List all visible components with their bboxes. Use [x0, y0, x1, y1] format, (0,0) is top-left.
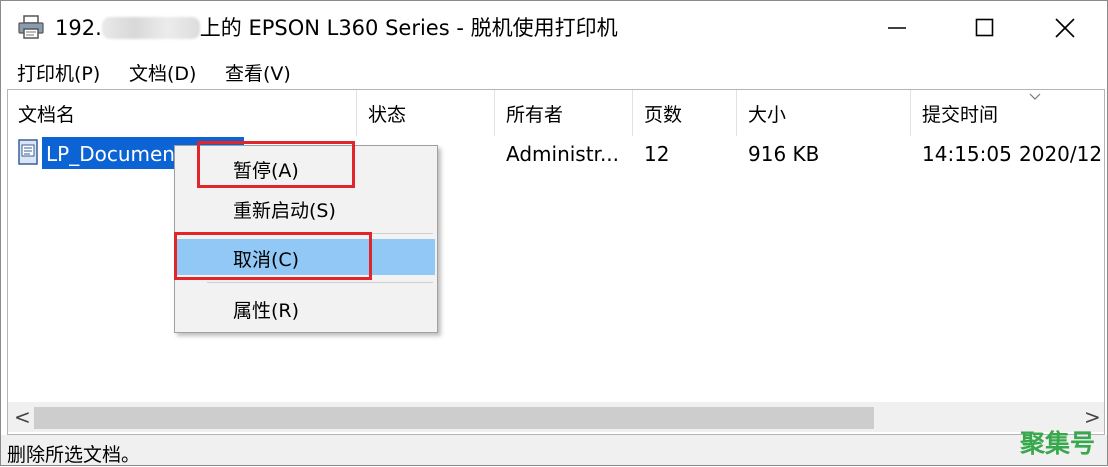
menu-item-label: 属性(R) [233, 300, 300, 322]
column-pages[interactable]: 页数 [644, 100, 682, 127]
window-title: 192. 上的 EPSON L360 Series - 脱机使用打印机 [55, 12, 618, 42]
sort-descending-icon [1029, 93, 1041, 100]
title-prefix: 192. [55, 16, 102, 40]
status-text: 删除所选文档。 [7, 444, 141, 466]
document-owner: Administr... [506, 142, 620, 166]
minimize-icon [888, 27, 906, 29]
close-button[interactable] [1035, 7, 1095, 49]
status-bar: 删除所选文档。 [1, 435, 1107, 466]
redacted-address [101, 17, 200, 39]
menu-bar: 打印机(P) 文档(D) 查看(V) [1, 57, 1107, 87]
column-divider[interactable] [356, 90, 357, 136]
document-icon [18, 139, 38, 165]
column-divider[interactable] [910, 90, 911, 136]
column-owner[interactable]: 所有者 [506, 100, 563, 127]
list-header: 文档名 状态 所有者 页数 大小 提交时间 [8, 90, 1104, 136]
menu-item-properties[interactable]: 属性(R) [177, 290, 435, 326]
title-suffix: 上的 EPSON L360 Series - 脱机使用打印机 [199, 16, 618, 40]
document-size: 916 KB [748, 142, 820, 166]
scrollbar-thumb[interactable] [34, 407, 874, 429]
column-submitted[interactable]: 提交时间 [922, 100, 998, 127]
menu-item-label: 重新启动(S) [233, 200, 336, 222]
table-row[interactable]: LP_Documen Administr... 12 916 KB 14:15:… [8, 137, 1104, 173]
menu-separator [207, 233, 433, 234]
column-divider[interactable] [736, 90, 737, 136]
menu-view[interactable]: 查看(V) [223, 59, 293, 86]
print-queue-window: 192. 上的 EPSON L360 Series - 脱机使用打印机 打印机(P… [0, 0, 1108, 466]
column-document-name[interactable]: 文档名 [18, 100, 75, 127]
document-date: 2020/12 [1019, 142, 1103, 166]
minimize-button[interactable] [867, 7, 927, 49]
close-icon [1055, 18, 1075, 38]
column-size[interactable]: 大小 [748, 100, 786, 127]
context-menu: 暂停(A) 重新启动(S) 取消(C) 属性(R) [174, 145, 438, 333]
maximize-button[interactable] [955, 7, 1015, 49]
job-list[interactable]: 文档名 状态 所有者 页数 大小 提交时间 LP_Documen Adminis… [7, 89, 1105, 435]
column-status[interactable]: 状态 [368, 100, 406, 127]
menu-printer[interactable]: 打印机(P) [15, 59, 102, 86]
maximize-icon [975, 18, 994, 37]
watermark-logo: 聚集号 [1020, 429, 1096, 458]
column-divider[interactable] [494, 90, 495, 136]
menu-separator [207, 282, 433, 283]
menu-item-cancel[interactable]: 取消(C) [177, 239, 435, 275]
menu-document[interactable]: 文档(D) [127, 59, 198, 86]
document-pages: 12 [644, 142, 670, 166]
column-divider[interactable] [632, 90, 633, 136]
document-name[interactable]: LP_Documen [46, 142, 175, 166]
scroll-left-arrow[interactable]: < [14, 405, 31, 429]
menu-item-label: 暂停(A) [233, 160, 299, 182]
menu-item-restart[interactable]: 重新启动(S) [177, 190, 435, 226]
document-time: 14:15:05 [922, 142, 1012, 166]
title-bar[interactable]: 192. 上的 EPSON L360 Series - 脱机使用打印机 [1, 1, 1107, 55]
menu-item-pause[interactable]: 暂停(A) [177, 150, 435, 186]
menu-item-label: 取消(C) [233, 249, 300, 271]
printer-icon [18, 15, 44, 39]
horizontal-scrollbar[interactable]: < > [8, 402, 1104, 432]
